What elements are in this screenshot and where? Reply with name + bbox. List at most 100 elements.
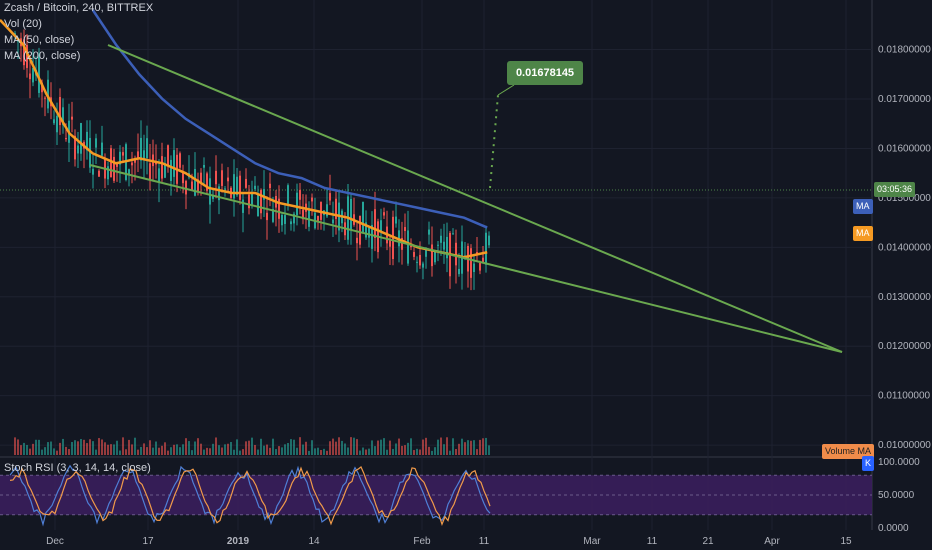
- candle-body: [350, 198, 352, 231]
- volume-bar: [59, 442, 61, 455]
- candle-body: [95, 138, 97, 148]
- volume-bar: [467, 440, 469, 455]
- volume-bar: [470, 440, 472, 455]
- candle-body: [107, 166, 109, 180]
- volume-bar: [215, 437, 217, 455]
- volume-bar: [101, 439, 103, 455]
- vol-legend: Vol (20): [4, 18, 42, 30]
- volume-bar: [410, 438, 412, 455]
- candle-body: [53, 119, 55, 124]
- candle-body: [455, 242, 457, 266]
- volume-bar: [86, 443, 88, 455]
- volume-bar: [377, 440, 379, 455]
- volume-bar: [314, 448, 316, 455]
- volume-bar: [479, 439, 481, 455]
- volume-bar: [395, 443, 397, 455]
- time-axis: Dec 17 2019 14 Feb 11 Mar 11 21 Apr 15: [46, 536, 852, 547]
- volume-bar: [275, 449, 277, 455]
- price-tick-label: 0.01300000: [878, 292, 931, 303]
- volume-bar: [98, 438, 100, 455]
- candle-body: [311, 197, 313, 202]
- ma50-legend: MA (50, close): [4, 34, 75, 46]
- volume-bar: [173, 444, 175, 455]
- candle-body: [203, 164, 205, 168]
- volume-bar: [419, 449, 421, 455]
- volume-bar: [317, 447, 319, 455]
- volume-bar: [365, 449, 367, 455]
- volume-bar: [113, 444, 115, 455]
- volume-bar: [137, 449, 139, 455]
- candle-body: [131, 162, 133, 166]
- volume-bar: [284, 444, 286, 455]
- price-tick-label: 0.01700000: [878, 94, 931, 105]
- volume-bar: [116, 440, 118, 455]
- stoch-legend: Stoch RSI (3, 3, 14, 14, close): [4, 462, 151, 474]
- volume-bar: [62, 438, 64, 455]
- volume-bar: [338, 437, 340, 455]
- volume-bar: [263, 445, 265, 455]
- ma200-tag: MA: [853, 199, 873, 214]
- volume-bar: [302, 444, 304, 455]
- volume-bar: [482, 438, 484, 455]
- candle-body: [92, 168, 94, 175]
- candle-body: [440, 235, 442, 243]
- volume-bar: [368, 448, 370, 455]
- volume-bar: [68, 449, 70, 455]
- volume-bar: [431, 450, 433, 455]
- ma200-line: [91, 9, 488, 229]
- volume-bar: [107, 444, 109, 455]
- candle-body: [332, 219, 334, 224]
- volume-bar: [194, 441, 196, 455]
- volume-bar: [167, 450, 169, 455]
- candle-body: [248, 194, 250, 209]
- volume-bar: [119, 450, 121, 455]
- volume-bar: [158, 447, 160, 455]
- volume-bar: [44, 447, 46, 455]
- volume-bar: [35, 439, 37, 455]
- candle-body: [80, 123, 82, 154]
- candle-body: [140, 137, 142, 161]
- volume-bar: [146, 447, 148, 455]
- volume-bar: [335, 441, 337, 455]
- volume-bar: [38, 439, 40, 455]
- price-tick-label: 0.01200000: [878, 341, 931, 352]
- volume-bar: [185, 438, 187, 455]
- candle-body: [173, 150, 175, 177]
- time-tick-label: 14: [308, 536, 320, 547]
- candle-body: [329, 193, 331, 201]
- time-tick-label: Mar: [583, 536, 601, 547]
- volume-bar: [257, 449, 259, 455]
- candle-body: [380, 220, 382, 232]
- volume-bar: [227, 443, 229, 455]
- candle-body: [395, 216, 397, 224]
- volume-bar: [473, 440, 475, 455]
- volume-bar: [248, 440, 250, 455]
- volume-bar: [359, 450, 361, 455]
- candle-body: [77, 145, 79, 154]
- volume-bar: [197, 438, 199, 455]
- volume-bar: [386, 449, 388, 455]
- candle-body: [266, 212, 268, 221]
- volume-bar: [350, 437, 352, 455]
- candle-body: [473, 263, 475, 273]
- volume-bar: [110, 444, 112, 455]
- volume-bar: [221, 447, 223, 455]
- volume-bar: [428, 446, 430, 455]
- volume-bar: [140, 446, 142, 455]
- volume-bar: [290, 439, 292, 455]
- volume-bar: [92, 441, 94, 455]
- candle-body: [308, 209, 310, 227]
- volume-bar: [71, 442, 73, 455]
- volume-bar: [353, 437, 355, 455]
- volume-bar: [254, 444, 256, 455]
- time-tick-label: 11: [647, 536, 658, 547]
- candle-body: [287, 185, 289, 204]
- volume-bar: [239, 450, 241, 455]
- candle-body: [215, 170, 217, 185]
- volume-bar: [380, 439, 382, 455]
- volume-bar: [356, 439, 358, 455]
- candle-body: [284, 215, 286, 224]
- volume-bar: [464, 442, 466, 455]
- volume-bar: [104, 442, 106, 455]
- candle-body: [404, 227, 406, 231]
